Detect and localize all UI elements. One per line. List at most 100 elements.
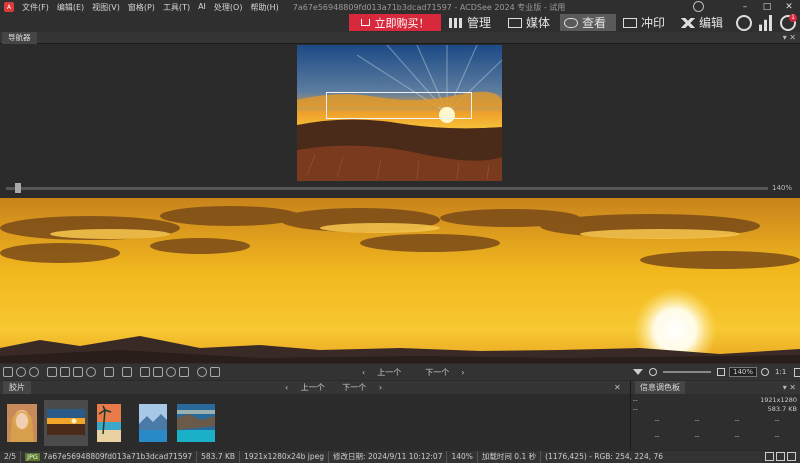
zoom-out-icon[interactable] <box>649 368 657 376</box>
info-metadata-grid: -- -- -- -- -- -- -- -- -- <box>637 416 797 456</box>
notification-icon[interactable]: 1 <box>780 14 797 31</box>
previous-image-button[interactable]: 上一个 <box>377 367 401 378</box>
dashboard-icon[interactable] <box>736 15 752 31</box>
status-loadtime: 加载时间 0.1 秒 <box>478 451 542 463</box>
filmstrip-thumb-4[interactable] <box>139 404 167 442</box>
cart-icon <box>360 19 370 26</box>
develop-icon <box>623 17 637 28</box>
mode-develop[interactable]: 冲印 <box>623 14 669 31</box>
zoom-slider[interactable] <box>663 371 711 373</box>
status-format: 1921x1280x24b jpeg <box>240 451 330 463</box>
dropdown-triangle-icon[interactable] <box>633 369 643 375</box>
status-filename-segment: JPG 7a67e56948809fd013a71b3dcad71597 <box>21 451 198 463</box>
hand-icon[interactable] <box>60 367 70 377</box>
status-pixel-info: (1176,425) - RGB: 254, 224, 76 <box>545 452 664 461</box>
chevron-right-icon[interactable]: › <box>461 368 464 377</box>
zoom-in-icon[interactable] <box>717 368 725 376</box>
filmstrip-pane <box>0 394 630 450</box>
close-button[interactable]: ✕ <box>778 0 800 14</box>
menu-help[interactable]: 帮助(H) <box>250 2 278 13</box>
zoom-dropdown-icon[interactable] <box>761 368 770 376</box>
info-palette-header: 信息调色板 ▾ ✕ <box>630 381 800 394</box>
chevron-left-icon[interactable]: ‹ <box>362 368 365 377</box>
menu-bar: 文件(F) 编辑(E) 视图(V) 窗格(P) 工具(T) AI 处理(O) 帮… <box>22 2 287 13</box>
color-icon[interactable] <box>166 367 176 377</box>
filmstrip-previous-button[interactable]: 上一个 <box>301 383 325 392</box>
next-image-button[interactable]: 下一个 <box>425 367 449 378</box>
info-palette-tab[interactable]: 信息调色板 <box>635 381 685 394</box>
mode-edit[interactable]: 编辑 <box>681 14 727 31</box>
display-settings-icon[interactable] <box>787 452 796 461</box>
mode-media-label: 媒体 <box>526 16 551 30</box>
filmstrip-nav: ‹ 上一个 下一个 › <box>280 381 387 394</box>
image-viewer[interactable] <box>0 198 800 363</box>
filmstrip-thumb-5[interactable] <box>177 404 215 442</box>
mode-edit-label: 编辑 <box>699 16 724 30</box>
file-type-badge: JPG <box>25 453 40 461</box>
app-logo-icon[interactable]: A <box>4 2 14 12</box>
navigator-zoom-slider-handle[interactable] <box>15 183 21 193</box>
mode-view-label: 查看 <box>582 16 607 30</box>
actual-size-button[interactable]: 1:1 <box>775 368 786 376</box>
info-cell: -- <box>774 416 780 424</box>
info-cell: -- <box>654 432 660 440</box>
viewer-prev-next: ‹ 上一个 下一个 › <box>356 364 470 380</box>
menu-tools[interactable]: 工具(T) <box>163 2 190 13</box>
zoom-level-box[interactable]: 140% <box>729 367 758 377</box>
info-cell: -- <box>694 416 700 424</box>
media-icon <box>508 17 522 28</box>
navigator-tab[interactable]: 导航器 <box>2 32 37 44</box>
color-mode-icon[interactable] <box>765 452 774 461</box>
filmstrip-close-icon[interactable]: ✕ <box>614 381 621 394</box>
filmstrip-tab[interactable]: 胶片 <box>3 381 31 394</box>
mode-manage-label: 管理 <box>467 16 492 30</box>
window-controls: – □ ✕ <box>734 0 800 14</box>
navigator-pane-controls[interactable]: ▾ ✕ <box>783 32 796 44</box>
status-filesize: 583.7 KB <box>197 451 241 463</box>
filmstrip-icon[interactable] <box>140 367 150 377</box>
mode-media[interactable]: 媒体 <box>508 14 554 31</box>
color-mode-alt-icon[interactable] <box>776 452 785 461</box>
zoom-tool-icon[interactable] <box>86 367 96 377</box>
navigator-zoom-slider[interactable] <box>6 187 768 190</box>
info-cell: -- <box>694 432 700 440</box>
filmstrip-thumb-2[interactable] <box>47 409 85 435</box>
fullscreen-icon[interactable] <box>104 367 114 377</box>
navigator-view-rectangle[interactable] <box>326 92 472 119</box>
external-editor-icon[interactable] <box>210 367 220 377</box>
user-account-icon[interactable] <box>693 1 704 12</box>
rotate-left-icon[interactable] <box>16 367 26 377</box>
save-icon[interactable] <box>3 367 13 377</box>
minimize-button[interactable]: – <box>734 0 756 14</box>
grid-icon <box>449 17 463 28</box>
status-icons <box>763 452 796 461</box>
filmstrip-chevron-left-icon[interactable]: ‹ <box>285 383 288 392</box>
menu-edit[interactable]: 编辑(E) <box>57 2 84 13</box>
eye-icon <box>564 17 578 28</box>
status-filename: 7a67e56948809fd013a71b3dcad71597 <box>42 452 193 461</box>
settings-icon[interactable] <box>122 367 132 377</box>
slideshow-icon[interactable] <box>197 367 207 377</box>
menu-pane[interactable]: 窗格(P) <box>128 2 155 13</box>
filmstrip-chevron-right-icon[interactable]: › <box>379 383 382 392</box>
rotate-right-icon[interactable] <box>29 367 39 377</box>
menu-view[interactable]: 视图(V) <box>92 2 120 13</box>
buy-now-button[interactable]: 立即购买！ <box>349 14 441 31</box>
info-palette-controls[interactable]: ▾ ✕ <box>783 381 796 394</box>
mode-manage[interactable]: 管理 <box>449 14 495 31</box>
filmstrip-next-button[interactable]: 下一个 <box>342 383 366 392</box>
compare-icon[interactable] <box>179 367 189 377</box>
crop-select-icon[interactable] <box>73 367 83 377</box>
maximize-button[interactable]: □ <box>756 0 778 14</box>
fit-window-icon[interactable] <box>794 367 800 377</box>
info-cell: -- <box>654 416 660 424</box>
select-icon[interactable] <box>47 367 57 377</box>
filmstrip-thumb-1[interactable] <box>7 404 37 442</box>
menu-ai[interactable]: AI <box>198 2 206 13</box>
histogram-icon[interactable] <box>153 367 163 377</box>
status-modified: 修改日期: 2024/9/11 10:12:07 <box>329 451 448 463</box>
menu-file[interactable]: 文件(F) <box>22 2 49 13</box>
mode-view[interactable]: 查看 <box>560 14 616 31</box>
menu-process[interactable]: 处理(O) <box>214 2 243 13</box>
filmstrip-thumb-3[interactable] <box>97 404 121 442</box>
